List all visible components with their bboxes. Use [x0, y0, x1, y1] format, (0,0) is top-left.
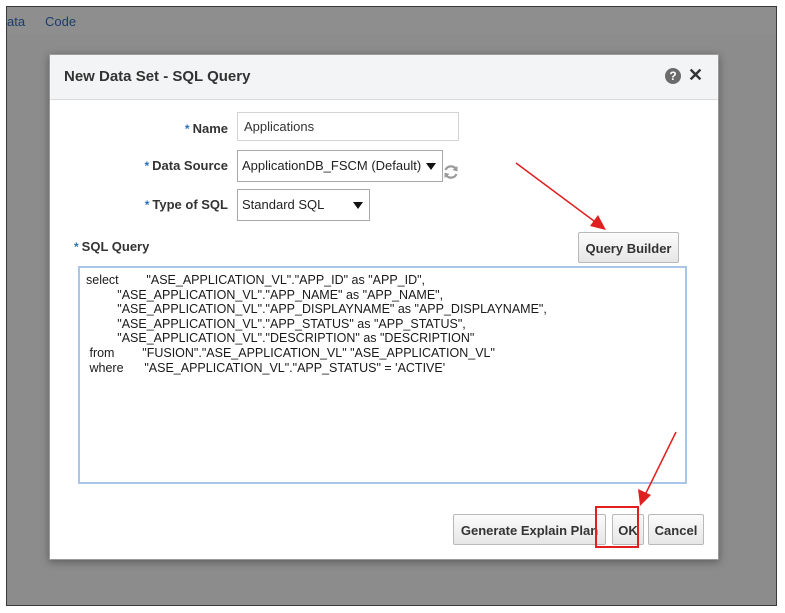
sql-line: "ASE_APPLICATION_VL"."APP_STATUS" as "AP…: [86, 316, 466, 331]
sql-line: from "FUSION"."ASE_APPLICATION_VL" "ASE_…: [86, 345, 495, 360]
data-source-label: * Data Source: [110, 158, 228, 173]
refresh-icon[interactable]: [442, 163, 460, 181]
sql-query-textarea[interactable]: select "ASE_APPLICATION_VL"."APP_ID" as …: [78, 266, 687, 484]
required-marker: *: [144, 159, 150, 173]
dialog-title: New Data Set - SQL Query: [64, 68, 251, 85]
cancel-button[interactable]: Cancel: [648, 514, 704, 545]
sql-line: "ASE_APPLICATION_VL"."APP_DISPLAYNAME" a…: [86, 302, 547, 317]
sql-line: "ASE_APPLICATION_VL"."APP_NAME" as "APP_…: [86, 287, 444, 302]
generate-explain-plan-button[interactable]: Generate Explain Plan: [453, 514, 606, 545]
sql-query-label: * SQL Query: [74, 239, 149, 254]
menu-bar: ata Code: [7, 7, 776, 35]
sql-type-value: Standard SQL: [242, 197, 325, 212]
dialog-header: New Data Set - SQL Query ? ✕: [50, 55, 718, 100]
sql-line: "ASE_APPLICATION_VL"."DESCRIPTION" as "D…: [86, 331, 475, 346]
sql-type-select[interactable]: Standard SQL: [237, 189, 370, 221]
sql-type-label-text: Type of SQL: [152, 197, 228, 212]
sql-query-text: select "ASE_APPLICATION_VL"."APP_ID" as …: [80, 268, 685, 380]
sql-query-dialog: New Data Set - SQL Query ? ✕ * Name Appli…: [49, 54, 719, 560]
required-marker: *: [184, 122, 190, 136]
data-source-select[interactable]: ApplicationDB_FSCM (Default): [237, 150, 443, 182]
name-input[interactable]: Applications: [237, 112, 459, 141]
sql-query-label-text: SQL Query: [81, 239, 150, 254]
sql-line: where "ASE_APPLICATION_VL"."APP_STATUS" …: [86, 360, 446, 375]
data-source-label-text: Data Source: [152, 158, 228, 173]
menu-item-code[interactable]: Code: [45, 14, 76, 29]
query-builder-button[interactable]: Query Builder: [578, 232, 679, 263]
caret-down-icon: [426, 163, 436, 170]
sql-line: select "ASE_APPLICATION_VL"."APP_ID" as …: [86, 273, 426, 287]
required-marker: *: [74, 240, 79, 254]
ok-highlight-box: [595, 506, 639, 548]
close-icon[interactable]: ✕: [688, 65, 703, 85]
caret-down-icon: [353, 202, 363, 209]
required-marker: *: [144, 198, 150, 212]
background-window: ata Code New Data Set - SQL Query ? ✕ * N…: [6, 6, 777, 606]
sql-type-label: * Type of SQL: [110, 197, 228, 212]
menu-item-data[interactable]: ata: [7, 14, 25, 29]
data-source-value: ApplicationDB_FSCM (Default): [242, 158, 422, 173]
name-label-text: Name: [192, 121, 228, 136]
help-icon[interactable]: ?: [665, 68, 681, 84]
name-label: * Name: [130, 121, 228, 136]
